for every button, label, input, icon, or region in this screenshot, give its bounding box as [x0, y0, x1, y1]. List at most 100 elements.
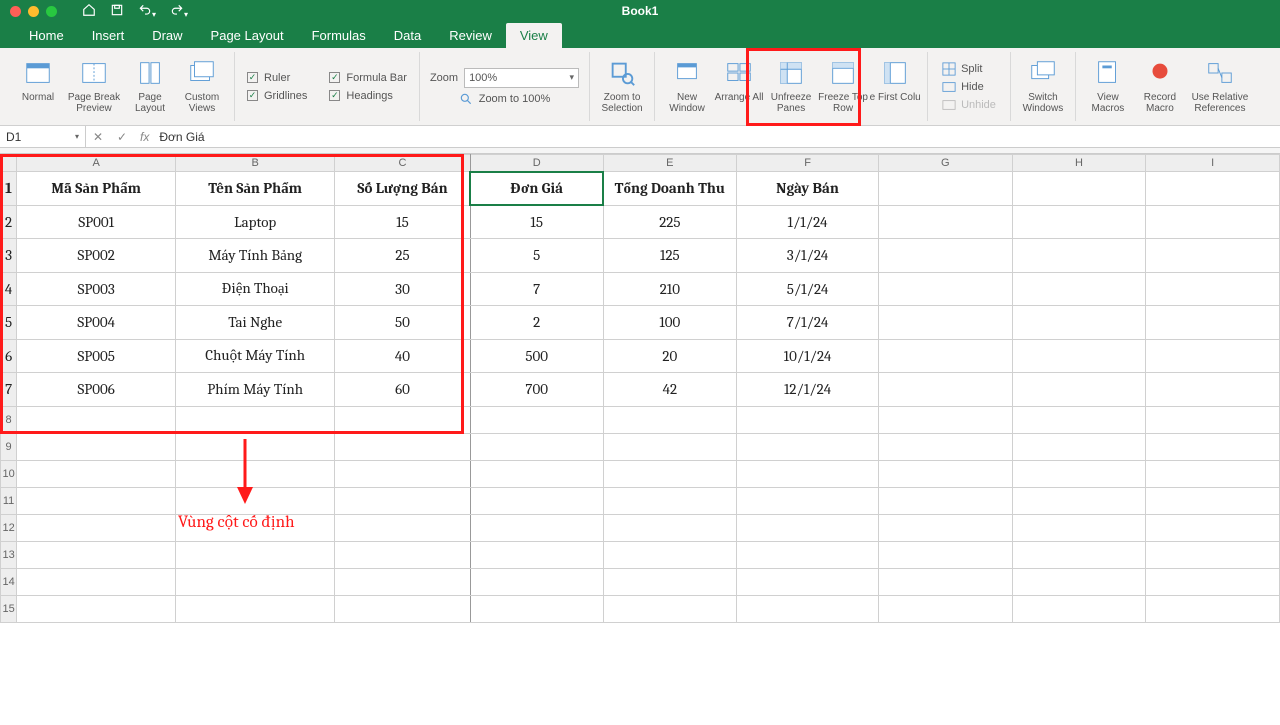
normal-view-button[interactable]: Normal [12, 54, 64, 120]
tab-page-layout[interactable]: Page Layout [197, 23, 298, 48]
tab-data[interactable]: Data [380, 23, 435, 48]
unfreeze-panes-button[interactable]: Unfreeze Panes [765, 54, 817, 120]
cell[interactable]: Chuột Máy Tính [176, 339, 335, 373]
cell[interactable] [1146, 272, 1280, 306]
row-header[interactable]: 5 [1, 306, 17, 340]
cell[interactable] [1012, 595, 1146, 622]
cell[interactable] [1146, 306, 1280, 340]
home-icon[interactable] [82, 3, 96, 20]
cell[interactable] [1146, 568, 1280, 595]
confirm-formula-icon[interactable]: ✓ [110, 130, 134, 144]
cell[interactable]: 42 [603, 373, 737, 407]
cell[interactable] [878, 239, 1012, 273]
cell[interactable] [1012, 541, 1146, 568]
cell[interactable] [1012, 568, 1146, 595]
row-header[interactable]: 14 [1, 568, 17, 595]
cell[interactable]: 7 [470, 272, 603, 306]
cell[interactable] [603, 433, 737, 460]
cell[interactable] [335, 514, 471, 541]
cell[interactable]: 15 [335, 205, 471, 239]
cell[interactable]: 210 [603, 272, 737, 306]
redo-icon[interactable]: ▾ [170, 3, 188, 20]
row-header[interactable]: 3 [1, 239, 17, 273]
cell[interactable] [1012, 272, 1146, 306]
cell[interactable]: Tên Sản Phẩm [176, 172, 335, 206]
cell[interactable] [737, 433, 879, 460]
gridlines-checkbox[interactable]: ✓Gridlines [241, 88, 313, 104]
row-header[interactable]: 12 [1, 514, 17, 541]
cell[interactable] [603, 460, 737, 487]
cell[interactable] [335, 487, 471, 514]
use-relative-references-button[interactable]: Use Relative References [1186, 54, 1254, 120]
cell[interactable] [470, 460, 603, 487]
cell[interactable]: 30 [335, 272, 471, 306]
hide-button[interactable]: Hide [938, 79, 1000, 95]
cell[interactable] [737, 514, 879, 541]
cell[interactable] [470, 433, 603, 460]
cell[interactable] [878, 373, 1012, 407]
cell[interactable]: Ngày Bán [737, 172, 879, 206]
cell[interactable]: SP001 [17, 205, 176, 239]
tab-formulas[interactable]: Formulas [298, 23, 380, 48]
tab-draw[interactable]: Draw [138, 23, 196, 48]
row-11[interactable]: 11 [1, 487, 1280, 514]
cell[interactable] [878, 306, 1012, 340]
cell[interactable] [470, 406, 603, 433]
formula-value[interactable]: Đơn Giá [153, 130, 204, 144]
row-header[interactable]: 10 [1, 460, 17, 487]
cell[interactable]: SP006 [17, 373, 176, 407]
cell[interactable] [1012, 339, 1146, 373]
cell[interactable] [1012, 172, 1146, 206]
arrange-all-button[interactable]: Arrange All [713, 54, 765, 120]
ruler-checkbox[interactable]: ✓Ruler [241, 70, 313, 86]
undo-icon[interactable]: ▾ [138, 3, 156, 20]
cell[interactable] [470, 514, 603, 541]
cell[interactable] [17, 433, 176, 460]
row-header[interactable]: 8 [1, 406, 17, 433]
cell[interactable] [1012, 406, 1146, 433]
name-box[interactable]: D1 [0, 126, 86, 148]
cell[interactable]: 7/1/24 [737, 306, 879, 340]
cell[interactable] [335, 595, 471, 622]
cell[interactable]: 60 [335, 373, 471, 407]
spreadsheet-grid[interactable]: A B C D E F G H I 1Mã Sản PhẩmTên Sản Ph… [0, 154, 1280, 623]
cell[interactable] [1146, 172, 1280, 206]
zoom-selection-button[interactable]: Zoom to Selection [596, 54, 648, 120]
cell[interactable]: 25 [335, 239, 471, 273]
cell[interactable] [1012, 433, 1146, 460]
cell[interactable] [1146, 373, 1280, 407]
cell[interactable]: 100 [603, 306, 737, 340]
row-7[interactable]: 7SP006Phím Máy Tính607004212/1/24 [1, 373, 1280, 407]
cell[interactable] [1012, 239, 1146, 273]
cell[interactable]: 15 [470, 205, 603, 239]
cell[interactable] [1012, 205, 1146, 239]
cell[interactable] [878, 272, 1012, 306]
page-layout-button[interactable]: Page Layout [124, 54, 176, 120]
cell[interactable] [737, 568, 879, 595]
row-8[interactable]: 8 [1, 406, 1280, 433]
cell[interactable]: 10/1/24 [737, 339, 879, 373]
cell[interactable] [335, 541, 471, 568]
cell[interactable] [176, 595, 335, 622]
view-macros-button[interactable]: View Macros [1082, 54, 1134, 120]
row-header[interactable]: 9 [1, 433, 17, 460]
cell[interactable]: 500 [470, 339, 603, 373]
cell[interactable] [470, 541, 603, 568]
page-break-button[interactable]: Page Break Preview [64, 54, 124, 120]
cell[interactable]: Phím Máy Tính [176, 373, 335, 407]
cell[interactable] [1012, 306, 1146, 340]
cell[interactable] [17, 406, 176, 433]
row-header[interactable]: 11 [1, 487, 17, 514]
split-button[interactable]: Split [938, 61, 1000, 77]
row-2[interactable]: 2SP001Laptop15152251/1/24 [1, 205, 1280, 239]
save-icon[interactable] [110, 3, 124, 20]
row-header[interactable]: 2 [1, 205, 17, 239]
cell[interactable] [603, 595, 737, 622]
cell[interactable] [878, 514, 1012, 541]
cell[interactable]: SP003 [17, 272, 176, 306]
record-macro-button[interactable]: Record Macro [1134, 54, 1186, 120]
close-dot[interactable] [10, 6, 21, 17]
cell[interactable] [1146, 514, 1280, 541]
cell[interactable] [1012, 373, 1146, 407]
cell[interactable]: 5/1/24 [737, 272, 879, 306]
